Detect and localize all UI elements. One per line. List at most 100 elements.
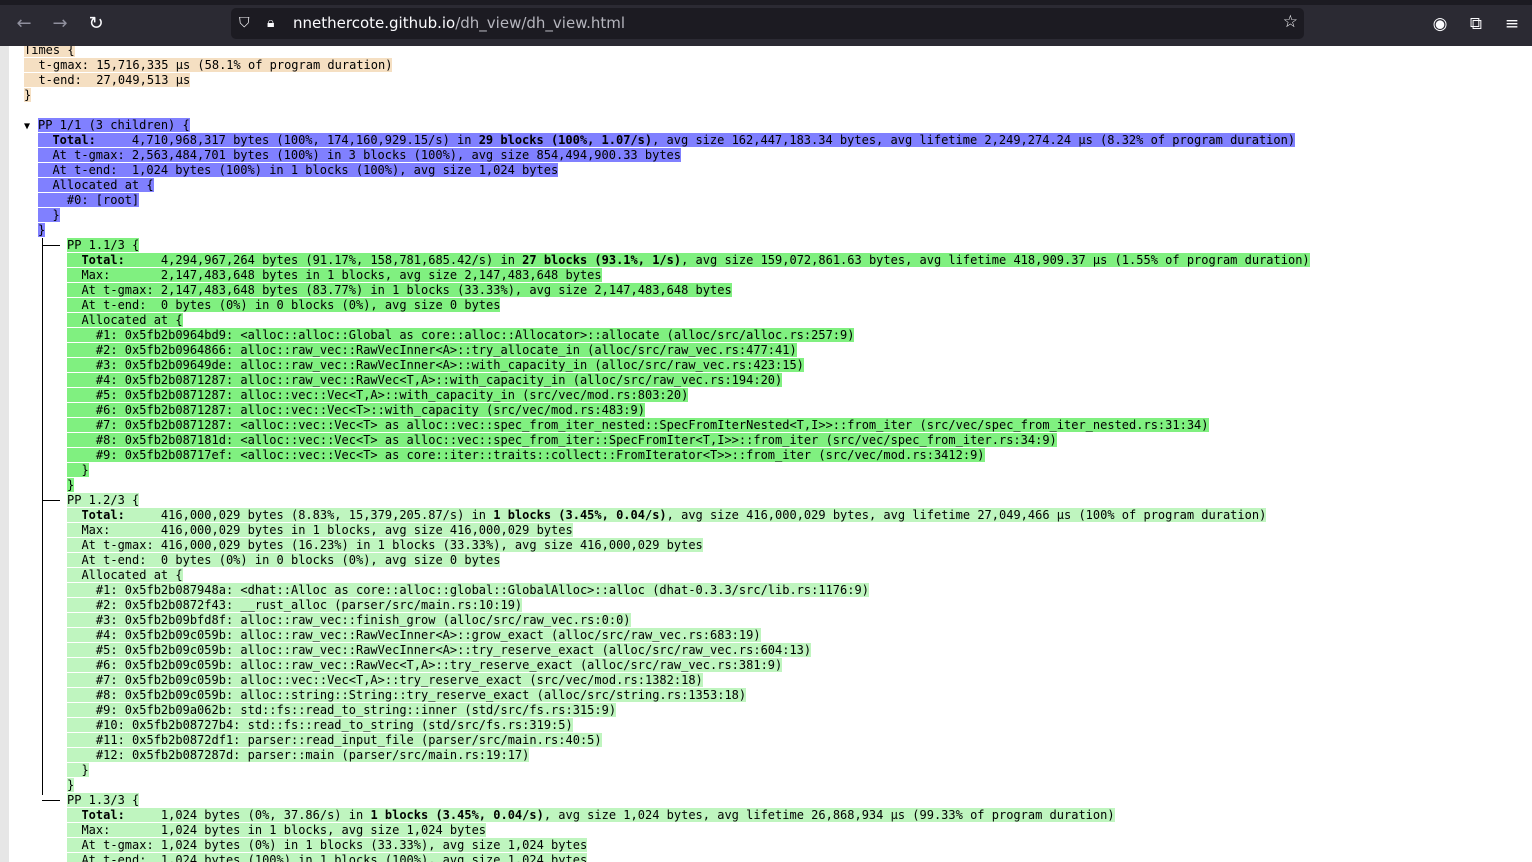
pp-detail-text: #7: 0x5fb2b09c059b: alloc::vec::Vec<T,A>… bbox=[67, 673, 703, 687]
root-total: Total: 4,710,968,317 bytes (100%, 174,16… bbox=[38, 133, 1296, 147]
pp-detail-text: #6: 0x5fb2b0871287: alloc::vec::Vec<T>::… bbox=[67, 403, 645, 417]
pp-detail-line: #4: 0x5fb2b09c059b: alloc::raw_vec::RawV… bbox=[67, 628, 1310, 643]
root-end: At t-end: 1,024 bytes (100%) in 1 blocks… bbox=[38, 163, 559, 177]
pp-detail-text: #3: 0x5fb2b09bfd8f: alloc::raw_vec::fini… bbox=[67, 613, 631, 627]
pp-detail-text: At t-gmax: 2,147,483,648 bytes (83.77%) … bbox=[67, 283, 732, 297]
root-pp-header[interactable]: PP 1/1 (3 children) { bbox=[38, 118, 190, 132]
child-total: Total: 416,000,029 bytes (8.83%, 15,379,… bbox=[67, 508, 1267, 522]
pp-detail-text: } bbox=[67, 478, 75, 492]
root-frame: #0: [root] bbox=[38, 193, 140, 207]
extensions-icon[interactable]: ⧉ bbox=[1464, 12, 1488, 36]
page-viewport: Times { t-gmax: 15,716,335 µs (58.1% of … bbox=[0, 46, 1532, 862]
back-arrow-icon[interactable]: ← bbox=[12, 12, 36, 36]
collapse-triangle-icon[interactable]: ▼ bbox=[24, 119, 38, 134]
pp-detail-text: #8: 0x5fb2b087181d: <alloc::vec::Vec<T> … bbox=[67, 433, 1057, 447]
pp-detail-text: #4: 0x5fb2b0871287: alloc::raw_vec::RawV… bbox=[67, 373, 783, 387]
pp-detail-line: At t-end: 0 bytes (0%) in 0 blocks (0%),… bbox=[67, 298, 1310, 313]
pp-detail-line: } bbox=[67, 463, 1310, 478]
pp-detail-line: } bbox=[67, 763, 1310, 778]
pp-detail-text: #12: 0x5fb2b087287d: parser::main (parse… bbox=[67, 748, 530, 762]
pp-detail-text: #2: 0x5fb2b0964866: alloc::raw_vec::RawV… bbox=[67, 343, 797, 357]
pp-detail-line: #3: 0x5fb2b09bfd8f: alloc::raw_vec::fini… bbox=[67, 613, 1310, 628]
pp-detail-line: #1: 0x5fb2b0964bd9: <alloc::alloc::Globa… bbox=[67, 328, 1310, 343]
address-bar[interactable]: ⛉ 🔒︎ nnethercote.github.io/dh_view/dh_vi… bbox=[231, 8, 1304, 39]
pp-detail-line: #5: 0x5fb2b0871287: alloc::vec::Vec<T,A>… bbox=[67, 388, 1310, 403]
url-domain: nnethercote.github.io bbox=[293, 14, 456, 32]
times-open: Times { bbox=[24, 46, 75, 57]
times-close: } bbox=[24, 88, 32, 102]
pp-detail-text: } bbox=[67, 763, 89, 777]
pp-detail-text: Max: 1,024 bytes in 1 blocks, avg size 1… bbox=[67, 823, 487, 837]
pp-detail-line: #5: 0x5fb2b09c059b: alloc::raw_vec::RawV… bbox=[67, 643, 1310, 658]
pp-detail-text: At t-end: 1,024 bytes (100%) in 1 blocks… bbox=[67, 853, 588, 862]
pp-detail-text: #9: 0x5fb2b09a062b: std::fs::read_to_str… bbox=[67, 703, 617, 717]
root-alloc-open: Allocated at { bbox=[38, 178, 154, 192]
pp-detail-line: #11: 0x5fb2b0872df1: parser::read_input_… bbox=[67, 733, 1310, 748]
root-close: } bbox=[38, 223, 46, 237]
root-alloc-close: } bbox=[38, 208, 60, 222]
pp-detail-text: #8: 0x5fb2b09c059b: alloc::string::Strin… bbox=[67, 688, 747, 702]
pp-detail-line: #2: 0x5fb2b0872f43: __rust_alloc (parser… bbox=[67, 598, 1310, 613]
root-gmax: At t-gmax: 2,563,484,701 bytes (100%) in… bbox=[38, 148, 681, 162]
pp-detail-line: #1: 0x5fb2b087948a: <dhat::Alloc as core… bbox=[67, 583, 1310, 598]
shield-icon[interactable]: ⛉ bbox=[239, 13, 250, 33]
pp-detail-line: At t-gmax: 2,147,483,648 bytes (83.77%) … bbox=[67, 283, 1310, 298]
pp-detail-text: At t-gmax: 1,024 bytes (0%) in 1 blocks … bbox=[67, 838, 588, 852]
child-pp-2: PP 1.2/3 { Total: 416,000,029 bytes (8.8… bbox=[67, 493, 1310, 793]
pp-detail-line: At t-gmax: 1,024 bytes (0%) in 1 blocks … bbox=[67, 838, 1310, 853]
pp-detail-line: #2: 0x5fb2b0964866: alloc::raw_vec::RawV… bbox=[67, 343, 1310, 358]
pp-detail-line: } bbox=[67, 778, 1310, 793]
pp-detail-line: At t-gmax: 416,000,029 bytes (16.23%) in… bbox=[67, 538, 1310, 553]
pp-detail-text: Max: 2,147,483,648 bytes in 1 blocks, av… bbox=[67, 268, 602, 282]
pp-detail-line: #8: 0x5fb2b087181d: <alloc::vec::Vec<T> … bbox=[67, 433, 1310, 448]
pp-detail-text: At t-gmax: 416,000,029 bytes (16.23%) in… bbox=[67, 538, 703, 552]
url-path: /dh_view/dh_view.html bbox=[455, 14, 626, 32]
tab-strip bbox=[0, 0, 1532, 5]
pp-detail-text: #4: 0x5fb2b09c059b: alloc::raw_vec::RawV… bbox=[67, 628, 761, 642]
pp-detail-line: #10: 0x5fb2b08727b4: std::fs::read_to_st… bbox=[67, 718, 1310, 733]
pp-detail-text: } bbox=[67, 463, 89, 477]
pp-detail-text: #2: 0x5fb2b0872f43: __rust_alloc (parser… bbox=[67, 598, 523, 612]
pp-detail-line: At t-end: 0 bytes (0%) in 0 blocks (0%),… bbox=[67, 553, 1310, 568]
pp-detail-line: Max: 1,024 bytes in 1 blocks, avg size 1… bbox=[67, 823, 1310, 838]
pp-detail-line: #7: 0x5fb2b09c059b: alloc::vec::Vec<T,A>… bbox=[67, 673, 1310, 688]
child-pp-header[interactable]: PP 1.2/3 { bbox=[67, 493, 140, 507]
pp-detail-text: #5: 0x5fb2b0871287: alloc::vec::Vec<T,A>… bbox=[67, 388, 689, 402]
dhat-output: Times { t-gmax: 15,716,335 µs (58.1% of … bbox=[24, 46, 1310, 862]
times-block: Times { bbox=[24, 46, 1310, 58]
child-pp-1: PP 1.1/3 { Total: 4,294,967,264 bytes (9… bbox=[67, 238, 1310, 493]
pp-detail-text: } bbox=[67, 778, 75, 792]
pp-detail-text: #9: 0x5fb2b08717ef: <alloc::vec::Vec<T> … bbox=[67, 448, 985, 462]
child-pp-header[interactable]: PP 1.3/3 { bbox=[67, 793, 140, 807]
pp-detail-line: #3: 0x5fb2b09649de: alloc::raw_vec::RawV… bbox=[67, 358, 1310, 373]
pp-detail-text: #7: 0x5fb2b0871287: <alloc::vec::Vec<T> … bbox=[67, 418, 1209, 432]
pp-detail-line: #8: 0x5fb2b09c059b: alloc::string::Strin… bbox=[67, 688, 1310, 703]
account-icon[interactable]: ◉ bbox=[1428, 12, 1452, 36]
pp-detail-line: #9: 0x5fb2b08717ef: <alloc::vec::Vec<T> … bbox=[67, 448, 1310, 463]
right-gutter bbox=[1518, 46, 1532, 862]
reload-icon[interactable]: ↻ bbox=[84, 12, 108, 36]
pp-detail-text: #3: 0x5fb2b09649de: alloc::raw_vec::RawV… bbox=[67, 358, 804, 372]
pp-detail-line: Max: 2,147,483,648 bytes in 1 blocks, av… bbox=[67, 268, 1310, 283]
root-pp-header-line: ▼ PP 1/1 (3 children) { bbox=[24, 118, 1310, 133]
times-end: t-end: 27,049,513 µs bbox=[24, 73, 191, 87]
pp-detail-line: #12: 0x5fb2b087287d: parser::main (parse… bbox=[67, 748, 1310, 763]
child-pp-header[interactable]: PP 1.1/3 { bbox=[67, 238, 140, 252]
pp-detail-text: #11: 0x5fb2b0872df1: parser::read_input_… bbox=[67, 733, 602, 747]
pp-detail-text: #6: 0x5fb2b09c059b: alloc::raw_vec::RawV… bbox=[67, 658, 783, 672]
pp-detail-line: } bbox=[67, 478, 1310, 493]
pp-detail-text: Allocated at { bbox=[67, 313, 183, 327]
forward-arrow-icon[interactable]: → bbox=[48, 12, 72, 36]
pp-detail-text: #1: 0x5fb2b087948a: <dhat::Alloc as core… bbox=[67, 583, 869, 597]
menu-icon[interactable]: ≡ bbox=[1500, 12, 1524, 36]
child-total: Total: 1,024 bytes (0%, 37.86/s) in 1 bl… bbox=[67, 808, 1115, 822]
lock-icon[interactable]: 🔒︎ bbox=[267, 13, 274, 33]
url-text[interactable]: nnethercote.github.io/dh_view/dh_view.ht… bbox=[293, 14, 625, 33]
child-total: Total: 4,294,967,264 bytes (91.17%, 158,… bbox=[67, 253, 1310, 267]
pp-detail-text: #1: 0x5fb2b0964bd9: <alloc::alloc::Globa… bbox=[67, 328, 855, 342]
pp-detail-text: At t-end: 0 bytes (0%) in 0 blocks (0%),… bbox=[67, 553, 501, 567]
pp-detail-line: #9: 0x5fb2b09a062b: std::fs::read_to_str… bbox=[67, 703, 1310, 718]
browser-toolbar: ← → ↻ ⛉ 🔒︎ nnethercote.github.io/dh_view… bbox=[0, 0, 1532, 46]
pp-detail-line: #6: 0x5fb2b0871287: alloc::vec::Vec<T>::… bbox=[67, 403, 1310, 418]
bookmark-star-icon[interactable]: ☆ bbox=[1283, 12, 1298, 32]
